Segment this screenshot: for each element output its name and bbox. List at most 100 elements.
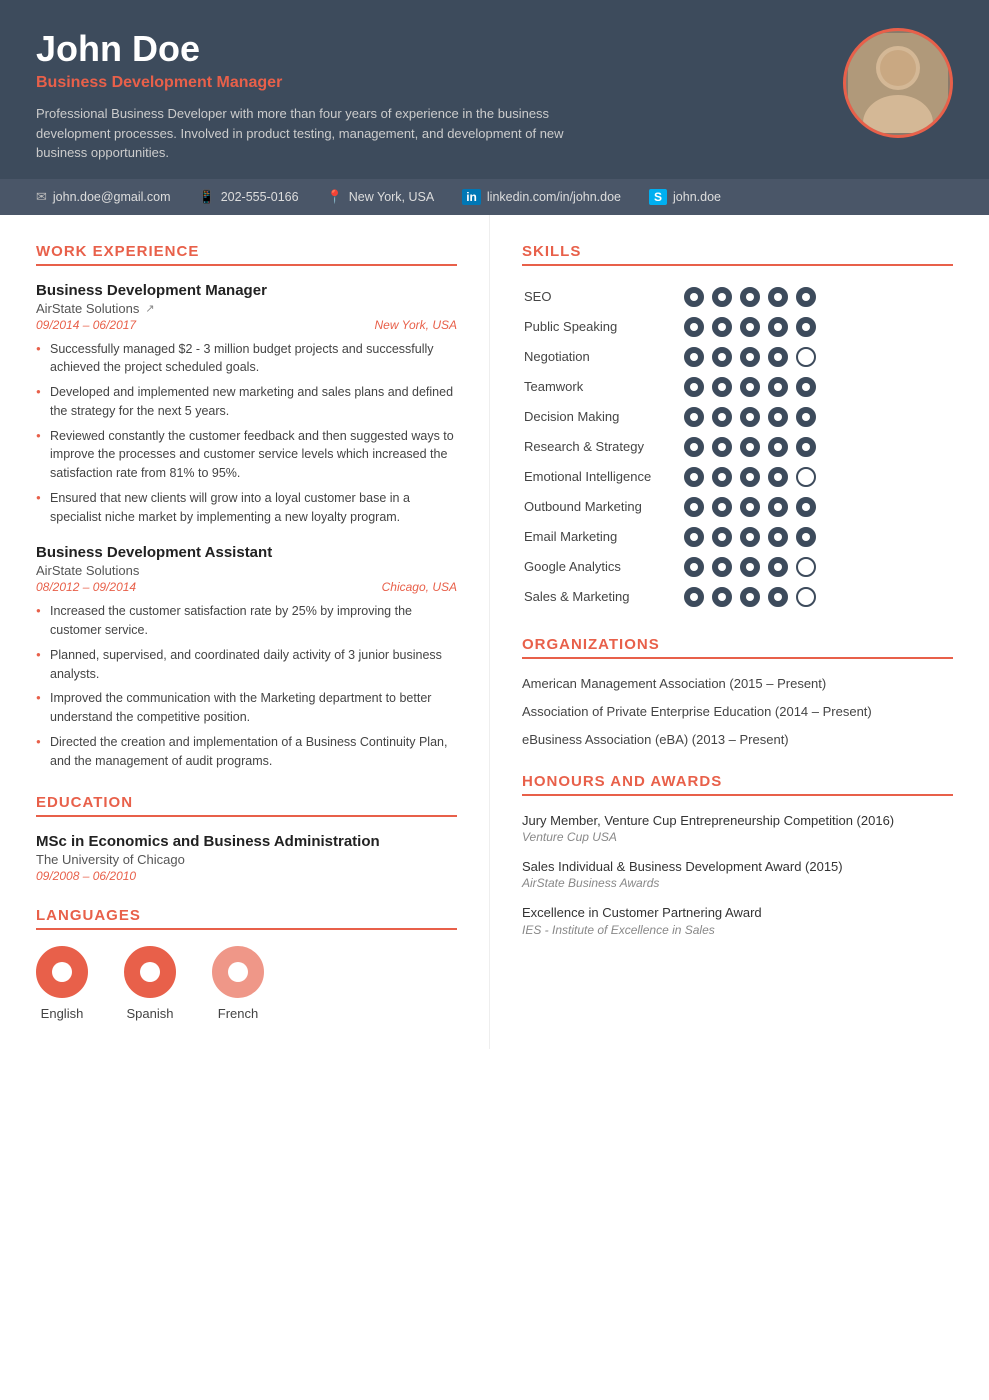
dot-filled: [712, 437, 732, 457]
honours-section: HONOURS AND AWARDS Jury Member, Venture …: [522, 773, 953, 937]
dot-filled: [684, 317, 704, 337]
phone-icon: 📱: [199, 189, 215, 205]
dot-filled: [684, 377, 704, 397]
skill-dots: [682, 432, 953, 462]
dot-filled: [740, 587, 760, 607]
honours-title: HONOURS AND AWARDS: [522, 773, 953, 796]
candidate-name: John Doe: [36, 28, 823, 70]
dot-filled: [768, 377, 788, 397]
award-1-source: Venture Cup USA: [522, 830, 953, 844]
dot-filled: [768, 317, 788, 337]
dot-filled: [768, 557, 788, 577]
dot-filled: [712, 377, 732, 397]
job-1: Business Development Manager AirState So…: [36, 282, 457, 527]
skill-dots: [682, 462, 953, 492]
language-spanish: Spanish: [124, 946, 176, 1021]
dot-filled: [740, 407, 760, 427]
dot-filled: [796, 437, 816, 457]
skill-row: Negotiation: [522, 342, 953, 372]
contact-location: 📍 New York, USA: [327, 189, 435, 205]
skill-row: Email Marketing: [522, 522, 953, 552]
skill-name: Decision Making: [522, 402, 682, 432]
external-link-icon: ↗: [145, 302, 154, 315]
dot-filled: [684, 557, 704, 577]
job-1-title: Business Development Manager: [36, 282, 457, 299]
dot-empty: [796, 587, 816, 607]
skill-name: Google Analytics: [522, 552, 682, 582]
bullet: Developed and implemented new marketing …: [36, 383, 457, 421]
award-3-title: Excellence in Customer Partnering Award: [522, 904, 953, 922]
skill-dots: [682, 492, 953, 522]
dot-filled: [684, 467, 704, 487]
skill-name: Negotiation: [522, 342, 682, 372]
dot-filled: [684, 347, 704, 367]
dot-filled: [712, 497, 732, 517]
skill-row: Google Analytics: [522, 552, 953, 582]
spanish-circle: [124, 946, 176, 998]
dot-filled: [684, 437, 704, 457]
work-experience-section: WORK EXPERIENCE Business Development Man…: [36, 243, 457, 771]
english-circle: [36, 946, 88, 998]
skype-icon: S: [649, 189, 667, 205]
dot-filled: [740, 377, 760, 397]
dot-filled: [712, 587, 732, 607]
dot-filled: [684, 497, 704, 517]
job-1-location: New York, USA: [375, 318, 457, 332]
french-circle: [212, 946, 264, 998]
skill-name: Research & Strategy: [522, 432, 682, 462]
languages-section: LANGUAGES English Spanish: [36, 907, 457, 1021]
skill-dots: [682, 582, 953, 612]
skill-dots: [682, 402, 953, 432]
job-1-meta: 09/2014 – 06/2017 New York, USA: [36, 318, 457, 332]
bullet: Reviewed constantly the customer feedbac…: [36, 427, 457, 483]
dot-filled: [796, 497, 816, 517]
dot-filled: [740, 287, 760, 307]
bullet: Successfully managed $2 - 3 million budg…: [36, 340, 457, 378]
bullet: Directed the creation and implementation…: [36, 733, 457, 771]
language-french: French: [212, 946, 264, 1021]
edu-school: The University of Chicago: [36, 852, 457, 867]
right-column: SKILLS SEOPublic SpeakingNegotiationTeam…: [490, 215, 989, 1050]
dot-filled: [712, 467, 732, 487]
dot-filled: [740, 527, 760, 547]
job-1-company: AirState Solutions ↗: [36, 301, 457, 316]
dot-filled: [740, 317, 760, 337]
dot-empty: [796, 557, 816, 577]
skill-row: Public Speaking: [522, 312, 953, 342]
bullet: Increased the customer satisfaction rate…: [36, 602, 457, 640]
skill-row: Outbound Marketing: [522, 492, 953, 522]
languages-list: English Spanish French: [36, 946, 457, 1021]
contact-bar: ✉ john.doe@gmail.com 📱 202-555-0166 📍 Ne…: [0, 179, 989, 215]
award-2-source: AirState Business Awards: [522, 876, 953, 890]
dot-filled: [796, 527, 816, 547]
location-icon: 📍: [327, 189, 343, 205]
dot-filled: [740, 437, 760, 457]
skill-dots: [682, 522, 953, 552]
dot-empty: [796, 347, 816, 367]
award-3: Excellence in Customer Partnering Award …: [522, 904, 953, 936]
dot-filled: [740, 497, 760, 517]
org-2: Association of Private Enterprise Educat…: [522, 703, 953, 721]
dot-filled: [712, 527, 732, 547]
candidate-bio: Professional Business Developer with mor…: [36, 104, 596, 163]
skills-section: SKILLS SEOPublic SpeakingNegotiationTeam…: [522, 243, 953, 612]
dot-filled: [740, 347, 760, 367]
dot-filled: [684, 407, 704, 427]
skill-name: Emotional Intelligence: [522, 462, 682, 492]
job-2-title: Business Development Assistant: [36, 544, 457, 561]
candidate-title: Business Development Manager: [36, 74, 823, 92]
skill-row: Teamwork: [522, 372, 953, 402]
award-3-source: IES - Institute of Excellence in Sales: [522, 923, 953, 937]
dot-filled: [684, 287, 704, 307]
candidate-photo: [843, 28, 953, 138]
dot-filled: [796, 407, 816, 427]
skill-name: Teamwork: [522, 372, 682, 402]
dot-filled: [768, 347, 788, 367]
dot-filled: [796, 287, 816, 307]
org-3: eBusiness Association (eBA) (2013 – Pres…: [522, 731, 953, 749]
skill-name: Public Speaking: [522, 312, 682, 342]
skills-title: SKILLS: [522, 243, 953, 266]
skill-row: SEO: [522, 282, 953, 312]
dot-filled: [768, 287, 788, 307]
job-2-location: Chicago, USA: [382, 580, 457, 594]
